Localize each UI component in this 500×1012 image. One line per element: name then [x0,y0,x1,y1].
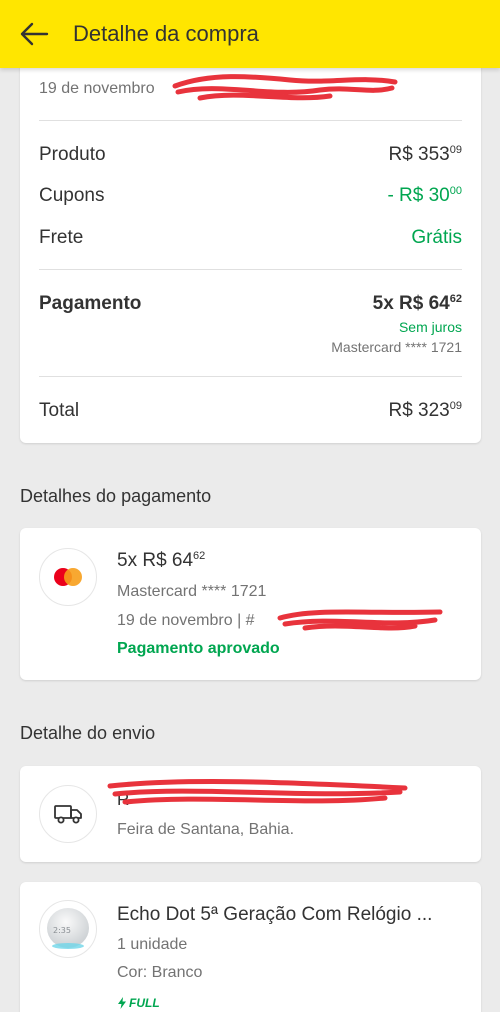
full-badge: FULL [117,996,160,1010]
divider [39,120,462,121]
payment-status: Pagamento aprovado [117,640,280,657]
lightning-icon [118,997,126,1009]
mastercard-icon [54,568,82,586]
shipping-details-card[interactable]: R Feira de Santana, Bahia. [20,766,481,862]
product-thumbnail: 2:35 [39,900,97,958]
svg-text:2:35: 2:35 [53,926,71,935]
shipping-value: Grátis [411,227,462,248]
payment-installments: 5x R$ 6462 [372,293,462,314]
payment-label: Pagamento [39,293,142,314]
total-value: R$ 32309 [388,400,462,421]
payment-details-card[interactable]: 5x R$ 6462 Mastercard **** 1721 19 de no… [20,528,481,680]
redaction-scribble [277,609,443,631]
product-color: Cor: Branco [117,964,203,981]
payment-card-info: Mastercard **** 1721 [117,583,267,600]
shipping-badge [39,785,97,843]
top-app-bar: Detalhe da compra [0,0,500,68]
divider [39,376,462,377]
redaction-scribble [172,74,398,101]
shipping-address: R [117,790,130,809]
page-title: Detalhe da compra [73,21,259,46]
shipping-label: Frete [39,227,84,248]
total-label: Total [39,400,80,421]
divider [39,269,462,270]
payment-amount: 5x R$ 6462 [117,550,206,571]
payment-details-title: Detalhes do pagamento [20,486,212,506]
payment-interest: Sem juros [398,319,462,335]
product-label: Produto [39,144,106,165]
product-name[interactable]: Echo Dot 5ª Geração Com Relógio ... [117,904,432,926]
product-price: R$ 35309 [388,144,462,165]
purchase-summary-card: 19 de novembro Produto R$ 35309 Cupons -… [20,40,481,443]
coupons-value: - R$ 3000 [387,185,462,206]
shipping-details-title: Detalhe do envio [20,723,156,743]
redaction-scribble [107,779,408,805]
arrow-left-icon [20,22,49,46]
payment-card: Mastercard **** 1721 [331,339,462,355]
card-brand-badge [39,548,97,606]
purchase-date: 19 de novembro [39,80,155,97]
truck-icon [54,805,82,824]
coupons-label: Cupons [39,185,105,206]
product-quantity: 1 unidade [117,936,188,953]
echo-dot-image: 2:35 [47,908,89,949]
back-button[interactable] [17,17,51,51]
product-card[interactable]: 2:35 Echo Dot 5ª Geração Com Relógio ...… [20,882,481,1012]
shipping-city: Feira de Santana, Bahia. [117,821,295,838]
payment-date: 19 de novembro | # [117,612,255,629]
